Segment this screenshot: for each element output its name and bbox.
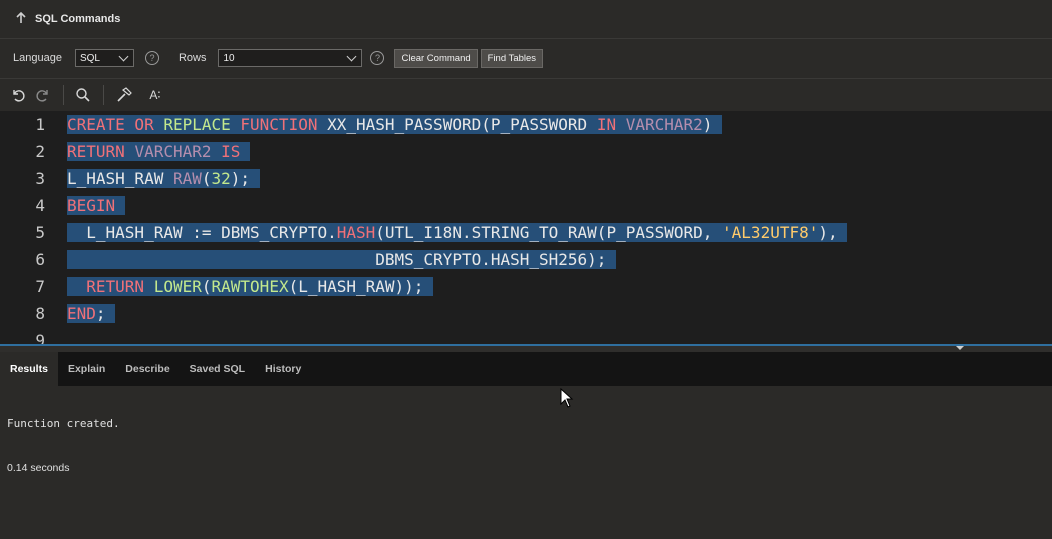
line-number-gutter: 1 2 3 4 5 6 7 8 9 — [0, 111, 56, 344]
editor-results-splitter[interactable] — [0, 344, 1052, 352]
undo-icon[interactable] — [7, 84, 29, 106]
line-number: 9 — [35, 331, 45, 344]
code-line: DBMS_CRYPTO.HASH_SH256); — [67, 250, 617, 269]
line-number: 5 — [35, 223, 45, 242]
help-icon[interactable]: ? — [144, 51, 159, 65]
splitter-handle-icon[interactable] — [956, 346, 964, 350]
code-line: RETURN LOWER(RAWTOHEX(L_HASH_RAW)); — [67, 273, 434, 300]
font-size-icon[interactable]: A∶ — [144, 84, 166, 106]
line-number: 1 — [35, 115, 45, 134]
language-value: SQL — [79, 52, 100, 64]
title-bar: SQL Commands — [0, 0, 1052, 39]
tab-results[interactable]: Results — [0, 352, 58, 386]
help-icon[interactable]: ? — [370, 51, 385, 65]
rows-select[interactable]: 10 — [218, 49, 363, 67]
tab-history[interactable]: History — [255, 352, 311, 386]
code-line: BEGIN — [67, 196, 125, 215]
find-tables-button[interactable]: Find Tables — [480, 48, 544, 68]
code-line: L_HASH_RAW RAW(32); — [67, 169, 260, 188]
language-label: Language — [13, 52, 62, 64]
code-line: RETURN VARCHAR2 IS — [67, 142, 251, 161]
toolbar-divider — [103, 85, 104, 105]
tab-saved-sql[interactable]: Saved SQL — [180, 352, 255, 386]
line-number: 7 — [35, 277, 45, 296]
results-panel: Function created. 0.14 seconds — [0, 386, 1052, 539]
results-tabs: Results Explain Describe Saved SQL Histo… — [0, 352, 1052, 386]
search-icon[interactable] — [72, 84, 94, 106]
toolbar-divider — [63, 85, 64, 105]
code-editor[interactable]: 1 2 3 4 5 6 7 8 9 CREATE OR REPLACE FUNC… — [0, 111, 1052, 344]
line-number: 6 — [35, 250, 45, 269]
code-line: L_HASH_RAW := DBMS_CRYPTO.HASH(UTL_I18N.… — [67, 223, 848, 242]
editor-iconbar: A∶ — [0, 78, 1052, 112]
line-number: 8 — [35, 304, 45, 323]
redo-icon[interactable] — [32, 84, 54, 106]
chevron-down-icon — [347, 51, 357, 62]
code-line: CREATE OR REPLACE FUNCTION XX_HASH_PASSW… — [67, 115, 723, 134]
chevron-down-icon — [118, 51, 129, 62]
hammer-icon[interactable] — [113, 84, 135, 106]
line-number: 4 — [35, 196, 45, 215]
rows-label: Rows — [178, 52, 207, 64]
command-toolbar: Language SQL ? Rows 10 ? Clear Command F… — [0, 39, 1052, 77]
page-title: SQL Commands — [35, 13, 121, 25]
line-number: 3 — [35, 169, 45, 188]
elapsed-time: 0.14 seconds — [7, 462, 70, 474]
clear-command-button[interactable]: Clear Command — [394, 48, 478, 68]
result-message: Function created. — [7, 417, 120, 430]
rows-value: 10 — [223, 52, 235, 64]
line-number: 2 — [35, 142, 45, 161]
tab-describe[interactable]: Describe — [115, 352, 179, 386]
arrow-up-icon[interactable] — [15, 11, 27, 27]
language-select[interactable]: SQL — [74, 49, 134, 67]
code-line: END; — [67, 304, 116, 323]
tab-explain[interactable]: Explain — [58, 352, 115, 386]
